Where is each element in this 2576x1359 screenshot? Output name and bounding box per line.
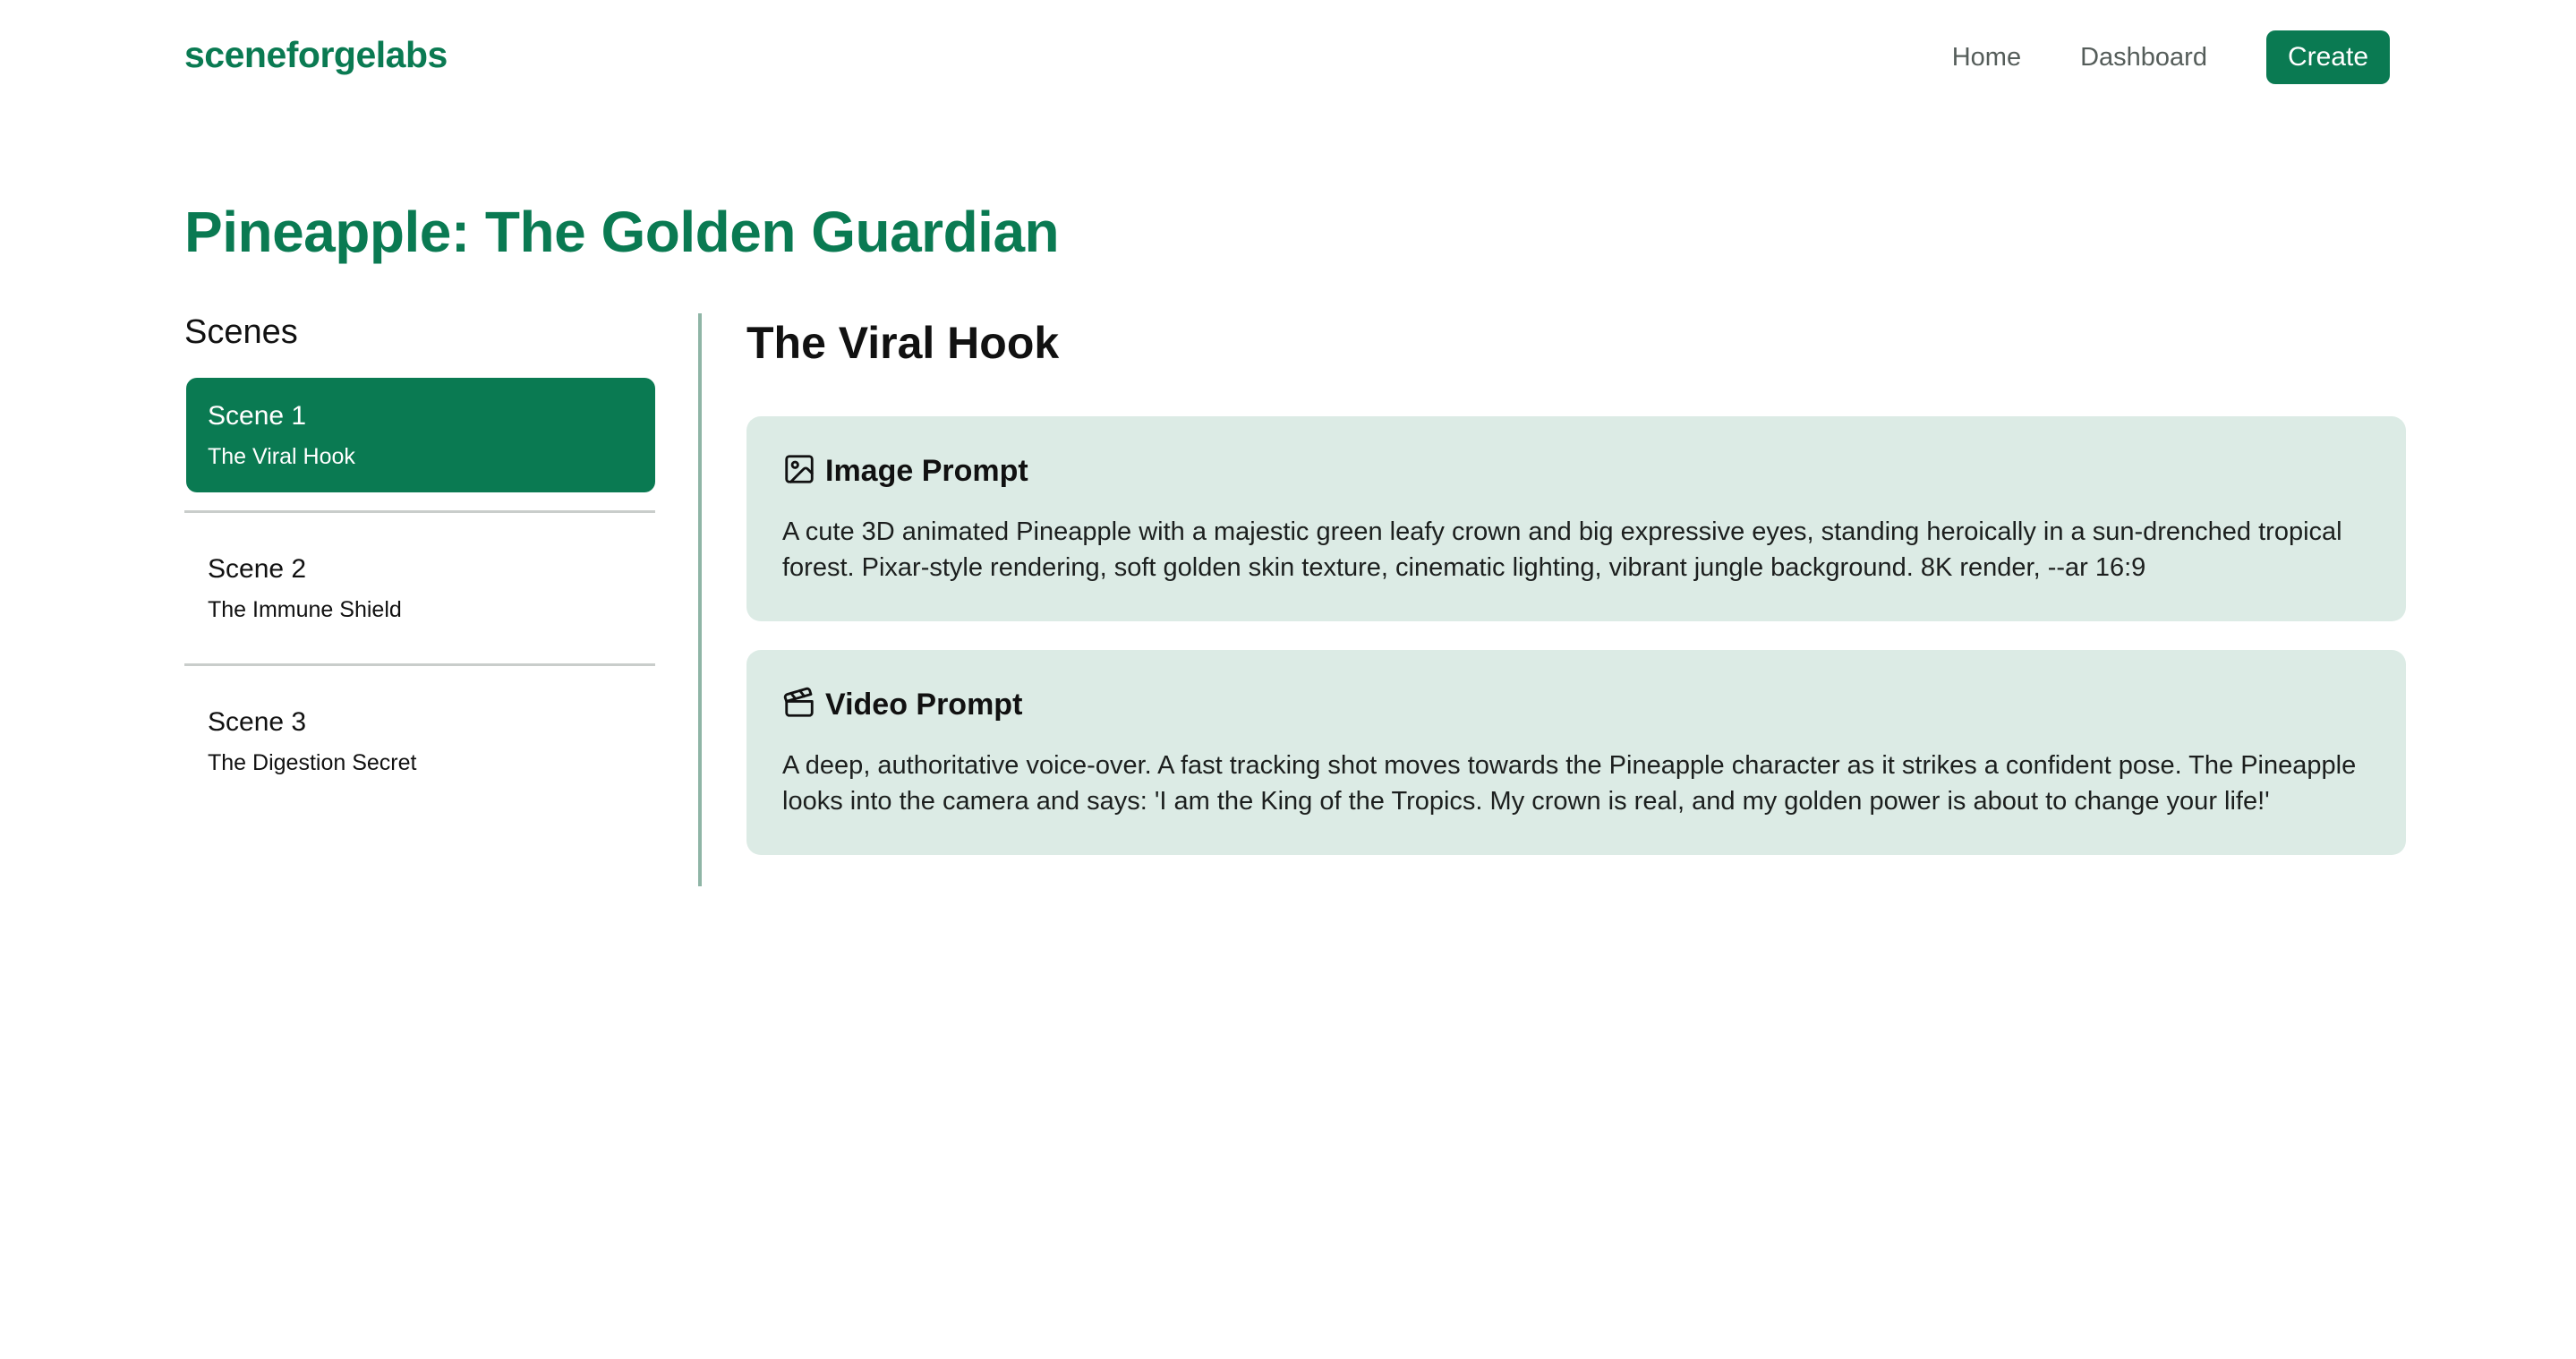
vertical-divider — [698, 313, 702, 886]
video-prompt-card: Video Prompt A deep, authoritative voice… — [746, 650, 2406, 855]
image-prompt-text: A cute 3D animated Pineapple with a maje… — [782, 517, 2342, 582]
card-header: Image Prompt — [782, 452, 2370, 491]
scene-subtitle: The Digestion Secret — [208, 750, 417, 775]
nav-dashboard-link[interactable]: Dashboard — [2080, 43, 2207, 73]
scene-detail-panel: The Viral Hook Image Prompt A cute 3D an… — [746, 313, 2406, 884]
scene-item-2[interactable]: Scene 2 The Immune Shield — [186, 531, 655, 645]
card-heading: Video Prompt — [825, 688, 1023, 722]
video-prompt-text: A deep, authoritative voice-over. A fast… — [782, 751, 2357, 816]
scene-title: The Viral Hook — [746, 318, 1060, 368]
top-nav-bar: sceneforgelabs Home Dashboard Create — [0, 0, 2576, 116]
scene-item-1[interactable]: Scene 1 The Viral Hook — [186, 378, 655, 492]
brand-logo[interactable]: sceneforgelabs — [184, 34, 448, 76]
scene-item-3[interactable]: Scene 3 The Digestion Secret — [186, 684, 655, 799]
clapperboard-icon — [782, 686, 816, 724]
scene-label: Scene 2 — [208, 554, 307, 584]
nav-links: Home Dashboard Create — [1952, 30, 2390, 84]
sidebar-title: Scenes — [184, 313, 298, 351]
divider — [184, 510, 655, 513]
divider — [184, 663, 655, 666]
scene-subtitle: The Immune Shield — [208, 597, 402, 622]
nav-home-link[interactable]: Home — [1952, 43, 2021, 73]
scene-label: Scene 1 — [208, 401, 307, 431]
create-button[interactable]: Create — [2265, 30, 2390, 84]
page-title: Pineapple: The Golden Guardian — [184, 200, 1060, 264]
scenes-sidebar: Scenes Scene 1 The Viral Hook Scene 2 Th… — [184, 313, 655, 799]
scene-label: Scene 3 — [208, 707, 307, 737]
card-header: Video Prompt — [782, 686, 2370, 724]
image-prompt-card: Image Prompt A cute 3D animated Pineappl… — [746, 416, 2406, 621]
image-icon — [782, 452, 816, 491]
scene-subtitle: The Viral Hook — [208, 444, 355, 469]
card-heading: Image Prompt — [825, 454, 1028, 488]
